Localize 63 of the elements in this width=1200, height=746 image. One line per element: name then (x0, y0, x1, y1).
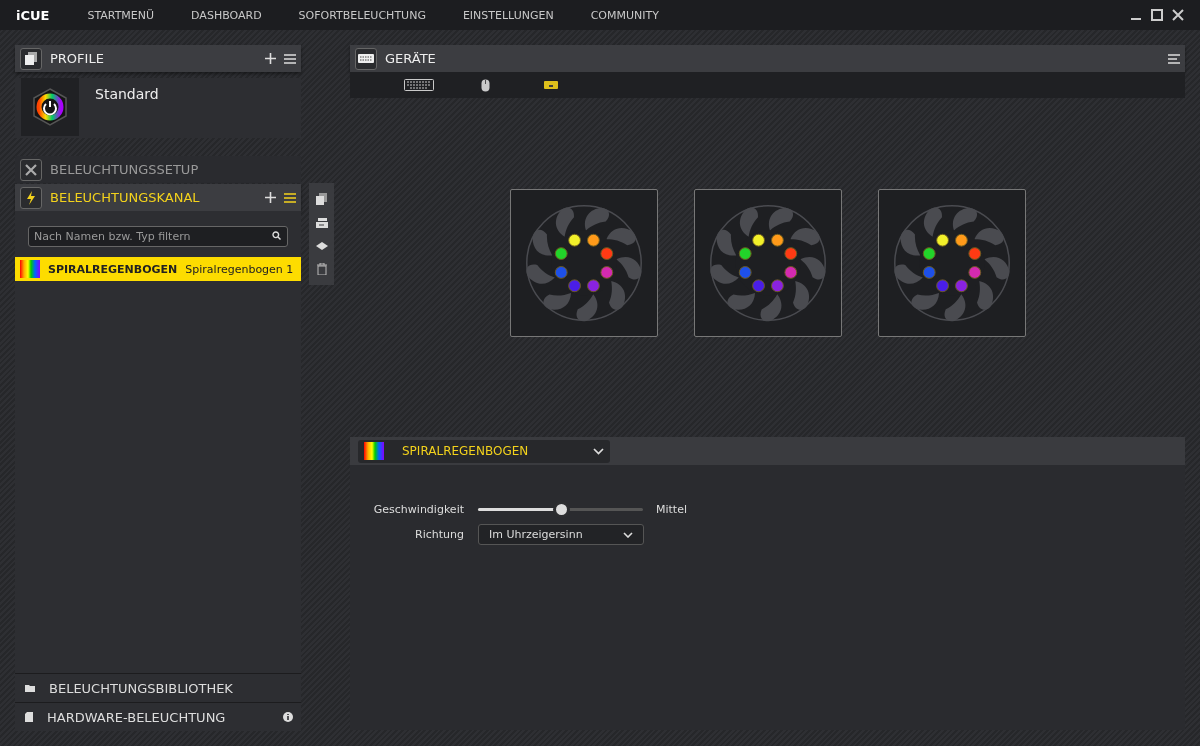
nav-item[interactable]: SOFORTBELEUCHTUNG (298, 8, 426, 22)
fan-card[interactable] (693, 188, 842, 337)
chevron-icon (593, 447, 604, 455)
led-light[interactable] (751, 233, 765, 247)
panel-title: BELEUCHTUNGSKANAL (50, 190, 201, 205)
add-button[interactable] (265, 192, 276, 203)
effect-item[interactable]: SPIRALREGENBOGEN Spiralregenbogen 1 (15, 257, 301, 281)
layers-button[interactable] (315, 241, 328, 250)
copy-icon (25, 52, 37, 65)
info-icon[interactable] (283, 712, 293, 722)
led-light[interactable] (954, 233, 968, 247)
paste-button[interactable] (315, 218, 328, 229)
hardware-row[interactable]: HARDWARE-BELEUCHTUNG (15, 702, 301, 731)
slider-reading: Mittel (656, 503, 687, 516)
keyboard-icon (358, 54, 374, 63)
folder-icon (25, 684, 35, 692)
chevron-icon (623, 531, 633, 538)
setting-label: Geschwindigkeit (372, 503, 464, 516)
profile-item[interactable]: Standard (15, 78, 301, 138)
search-icon (272, 231, 281, 240)
file-icon (25, 712, 33, 722)
nav-item[interactable]: COMMUNITY (590, 8, 659, 22)
effect-dropdown[interactable]: SPIRALREGENBOGEN (358, 439, 610, 463)
led-light[interactable] (935, 233, 949, 247)
rainbow-icon (20, 260, 40, 278)
search-field[interactable]: Nach Namen bzw. Typ filtern (28, 226, 288, 247)
effect-name: Spiralregenbogen 1 (185, 262, 294, 276)
panel-title: GERÄTE (385, 51, 437, 66)
menu-button[interactable] (1168, 53, 1180, 64)
nav-item[interactable]: DASHBOARD (191, 8, 262, 22)
panel-title: BELEUCHTUNGSSETUP (50, 162, 200, 177)
copy-button[interactable] (316, 192, 327, 205)
led-light[interactable] (922, 246, 936, 260)
lightning-icon (26, 190, 36, 205)
led-light[interactable] (586, 233, 600, 247)
nav-item[interactable]: EINSTELLUNGEN (462, 8, 554, 22)
led-light[interactable] (770, 233, 784, 247)
profile-logo-icon (32, 88, 68, 126)
led-light[interactable] (567, 233, 581, 247)
menu-button[interactable] (284, 53, 296, 64)
panel-title: PROFILE (50, 51, 105, 66)
maximize-icon[interactable] (1151, 9, 1163, 21)
effect-type: SPIRALREGENBOGEN (48, 262, 178, 276)
controller-icon (544, 81, 558, 89)
row-title: HARDWARE-BELEUCHTUNG (47, 709, 227, 725)
nav-item[interactable]: STARTMENÜ (87, 8, 155, 22)
led-light[interactable] (738, 246, 752, 260)
mouse-icon (480, 78, 490, 92)
rainbow-icon (364, 442, 384, 460)
setting-label: Richtung (414, 528, 464, 541)
menu-button[interactable] (284, 192, 296, 203)
keyboard-icon (404, 79, 434, 91)
fan-card[interactable] (877, 188, 1026, 337)
led-light[interactable] (554, 246, 568, 260)
row-title: BELEUCHTUNGSBIBLIOTHEK (49, 680, 234, 696)
library-row[interactable]: BELEUCHTUNGSBIBLIOTHEK (15, 673, 301, 702)
fan-card[interactable] (509, 188, 658, 337)
add-button[interactable] (265, 53, 276, 64)
app-logo: iCUE (16, 7, 50, 23)
profile-name: Standard (95, 86, 159, 104)
delete-button[interactable] (316, 263, 327, 276)
close-icon[interactable] (1172, 9, 1184, 21)
direction-dropdown[interactable]: Im Uhrzeigersinn (478, 524, 644, 545)
